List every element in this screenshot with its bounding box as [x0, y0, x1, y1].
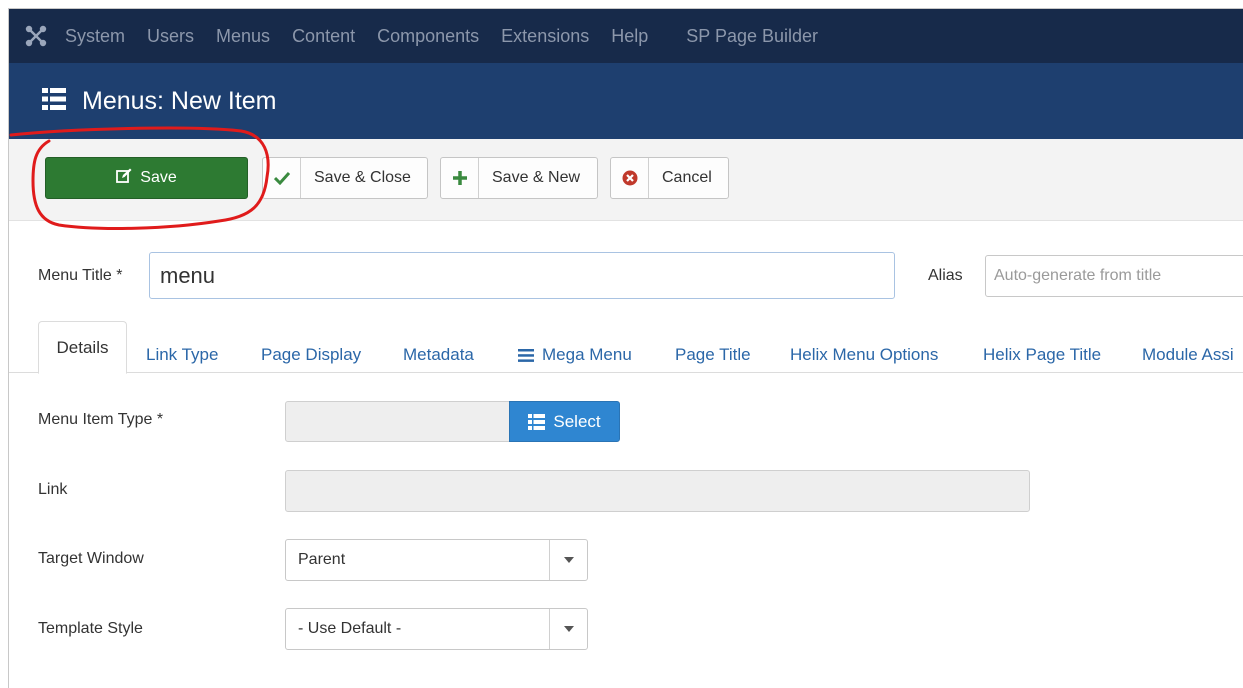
- tab-module-assignment[interactable]: Module Assi: [1142, 345, 1234, 365]
- target-window-value: Parent: [298, 551, 346, 568]
- nav-system[interactable]: System: [63, 9, 136, 63]
- alias-input[interactable]: Auto-generate from title: [985, 255, 1243, 297]
- nav-sp-page-builder[interactable]: SP Page Builder: [675, 9, 829, 63]
- template-style-value: - Use Default -: [298, 620, 402, 637]
- nav-menus[interactable]: Menus: [205, 9, 281, 63]
- tab-page-display[interactable]: Page Display: [261, 345, 361, 365]
- nav-help[interactable]: Help: [600, 9, 659, 63]
- nav-extensions[interactable]: Extensions: [490, 9, 600, 63]
- list-icon: [42, 87, 66, 116]
- tab-helix-page-title[interactable]: Helix Page Title: [983, 345, 1101, 365]
- caret-down-icon: [549, 609, 587, 649]
- edit-icon: [116, 168, 132, 189]
- caret-down-icon: [549, 540, 587, 580]
- save-close-label: Save & Close: [314, 169, 411, 186]
- save-close-button[interactable]: Save & Close: [262, 157, 428, 199]
- menu-item-type-field: [285, 401, 510, 442]
- target-window-select[interactable]: Parent: [285, 539, 588, 581]
- toolbar: Save Save & Close Save & New Cancel: [9, 139, 1243, 221]
- menu-item-type-label: Menu Item Type *: [38, 411, 164, 428]
- checkmark-icon: [263, 158, 301, 198]
- link-field: [285, 470, 1030, 512]
- cancel-button[interactable]: Cancel: [610, 157, 729, 199]
- select-label: Select: [553, 411, 601, 431]
- tab-helix-menu-options[interactable]: Helix Menu Options: [790, 345, 938, 365]
- save-new-label: Save & New: [492, 169, 581, 186]
- alias-label: Alias: [928, 267, 963, 284]
- nav-components[interactable]: Components: [366, 9, 490, 63]
- link-label: Link: [38, 481, 68, 498]
- save-label: Save: [140, 169, 177, 186]
- page-header: Menus: New Item: [9, 63, 1243, 139]
- tab-details[interactable]: Details: [38, 321, 127, 374]
- page-title: Menus: New Item: [82, 86, 277, 115]
- menu-title-label: Menu Title *: [38, 267, 123, 284]
- cancel-circle-icon: [611, 158, 649, 198]
- plus-icon: [441, 158, 479, 198]
- joomla-logo-icon[interactable]: [9, 9, 63, 63]
- nav-content[interactable]: Content: [281, 9, 366, 63]
- tab-mega-menu[interactable]: Mega Menu: [518, 345, 632, 365]
- tab-page-title[interactable]: Page Title: [675, 345, 751, 365]
- cancel-label: Cancel: [662, 169, 712, 186]
- menu-title-input[interactable]: menu: [149, 252, 895, 299]
- save-new-button[interactable]: Save & New: [440, 157, 598, 199]
- template-style-select[interactable]: - Use Default -: [285, 608, 588, 650]
- tab-link-type[interactable]: Link Type: [146, 345, 218, 365]
- list-icon: [528, 413, 546, 430]
- target-window-label: Target Window: [38, 550, 144, 567]
- tab-metadata[interactable]: Metadata: [403, 345, 474, 365]
- template-style-label: Template Style: [38, 620, 143, 637]
- app-frame: System Users Menus Content Components Ex…: [8, 8, 1243, 688]
- save-button[interactable]: Save: [45, 157, 248, 199]
- select-menu-type-button[interactable]: Select: [509, 401, 620, 442]
- top-navbar: System Users Menus Content Components Ex…: [9, 9, 1243, 63]
- tab-mega-menu-label: Mega Menu: [542, 345, 632, 364]
- nav-users[interactable]: Users: [136, 9, 205, 63]
- hamburger-icon: [518, 348, 534, 362]
- tab-bar: Details Link Type Page Display Metadata …: [9, 321, 1243, 374]
